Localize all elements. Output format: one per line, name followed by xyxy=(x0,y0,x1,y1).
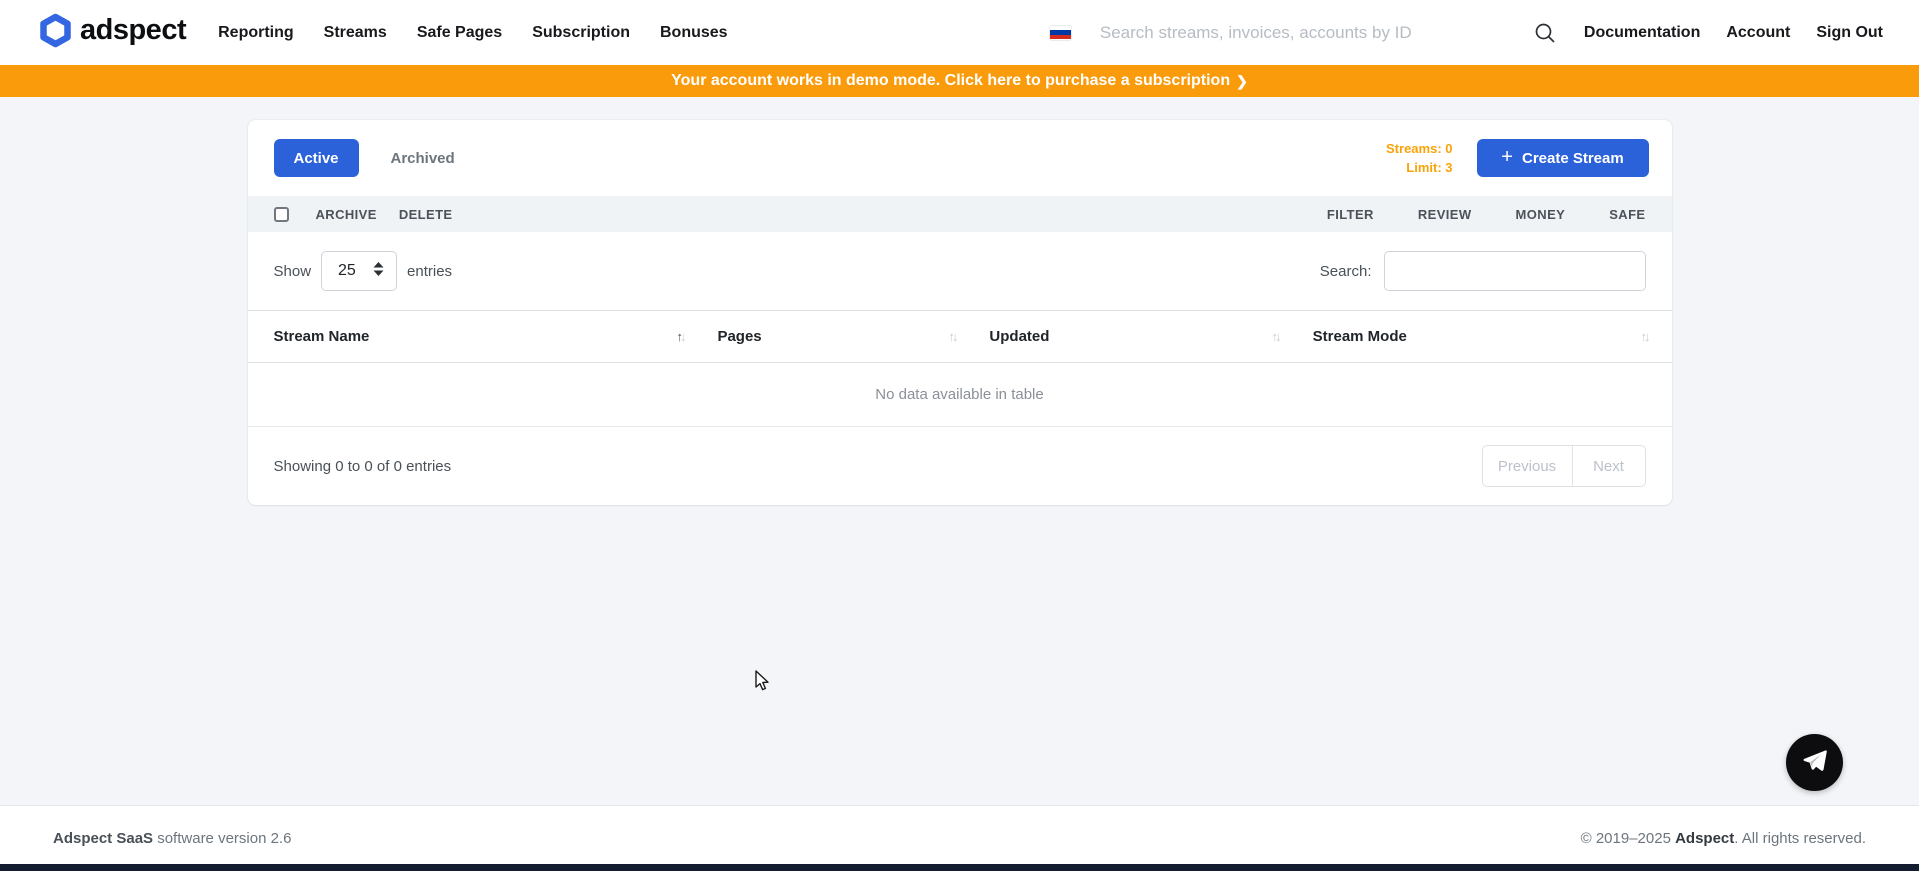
bulk-delete-button[interactable]: DELETE xyxy=(399,207,453,222)
chevron-right-icon: ❯ xyxy=(1236,73,1248,90)
quota-streams: Streams: 0 xyxy=(1386,139,1452,158)
table-search-label: Search: xyxy=(1320,263,1372,280)
bottom-edge-bar xyxy=(0,864,1919,871)
empty-table-message: No data available in table xyxy=(248,363,1672,427)
select-arrows-icon xyxy=(373,262,384,281)
panel-footer: Showing 0 to 0 of 0 entries Previous Nex… xyxy=(248,427,1672,505)
page: adspect Reporting Streams Safe Pages Sub… xyxy=(0,0,1919,871)
entries-summary: Showing 0 to 0 of 0 entries xyxy=(274,458,452,475)
page-footer: Adspect SaaS software version 2.6 © 2019… xyxy=(0,805,1919,871)
search-icon[interactable] xyxy=(1532,20,1558,46)
select-all-checkbox[interactable] xyxy=(274,207,289,222)
filter-safe-button[interactable]: SAFE xyxy=(1609,207,1645,222)
footer-version: Adspect SaaS software version 2.6 xyxy=(53,830,291,847)
sort-icon: ↑↓ xyxy=(676,329,697,344)
streams-panel: Active Archived Streams: 0 Limit: 3 + Cr… xyxy=(248,120,1672,505)
link-sign-out[interactable]: Sign Out xyxy=(1816,24,1883,42)
panel-header: Active Archived Streams: 0 Limit: 3 + Cr… xyxy=(248,120,1672,196)
nav-bonuses[interactable]: Bonuses xyxy=(660,24,728,42)
sort-icon: ↑↓ xyxy=(1641,329,1662,344)
filter-review-button[interactable]: REVIEW xyxy=(1418,207,1472,222)
nav-streams[interactable]: Streams xyxy=(324,24,387,42)
topbar-right: Documentation Account Sign Out xyxy=(1050,20,1883,46)
main-content: Active Archived Streams: 0 Limit: 3 + Cr… xyxy=(0,97,1919,805)
plus-icon: + xyxy=(1501,147,1513,167)
brand-logo[interactable]: adspect xyxy=(40,13,186,53)
tab-archived[interactable]: Archived xyxy=(377,139,469,177)
bulk-archive-button[interactable]: ARCHIVE xyxy=(316,207,377,222)
footer-copyright: © 2019–2025 Adspect. All rights reserved… xyxy=(1581,830,1866,847)
pagination: Previous Next xyxy=(1482,445,1646,487)
bulk-actions-bar: ARCHIVE DELETE FILTER REVIEW MONEY SAFE xyxy=(248,196,1672,232)
table-controls: Show 25 entries Search: xyxy=(248,232,1672,310)
quick-filters: FILTER REVIEW MONEY SAFE xyxy=(1327,207,1646,222)
quota-limit: Limit: 3 xyxy=(1386,158,1452,177)
create-stream-button[interactable]: + Create Stream xyxy=(1477,139,1649,177)
nav-safe-pages[interactable]: Safe Pages xyxy=(417,24,502,42)
table-header-row: Stream Name ↑↓ Pages ↑↓ Updated ↑↓ xyxy=(248,311,1672,363)
sort-icon: ↑↓ xyxy=(948,329,969,344)
telegram-plane-icon xyxy=(1801,747,1828,779)
tab-active[interactable]: Active xyxy=(274,139,359,177)
column-updated[interactable]: Updated ↑↓ xyxy=(979,311,1302,363)
filter-filter-button[interactable]: FILTER xyxy=(1327,207,1374,222)
next-page-button[interactable]: Next xyxy=(1572,445,1646,487)
empty-table-row: No data available in table xyxy=(248,363,1672,427)
brand-name: adspect xyxy=(80,16,186,49)
demo-mode-banner[interactable]: Your account works in demo mode. Click h… xyxy=(0,65,1919,97)
streams-table: Stream Name ↑↓ Pages ↑↓ Updated ↑↓ xyxy=(248,310,1672,427)
top-navbar: adspect Reporting Streams Safe Pages Sub… xyxy=(0,0,1919,65)
entries-label: entries xyxy=(407,263,452,280)
language-flag-russian[interactable] xyxy=(1050,26,1071,40)
hexagon-logo-icon xyxy=(40,13,71,53)
column-stream-mode[interactable]: Stream Mode ↑↓ xyxy=(1303,311,1672,363)
mouse-cursor xyxy=(753,670,773,697)
column-pages[interactable]: Pages ↑↓ xyxy=(707,311,979,363)
account-links: Documentation Account Sign Out xyxy=(1584,24,1883,42)
main-nav: Reporting Streams Safe Pages Subscriptio… xyxy=(218,24,727,42)
sort-icon: ↑↓ xyxy=(1272,329,1293,344)
link-documentation[interactable]: Documentation xyxy=(1584,24,1700,42)
table-search-input[interactable] xyxy=(1384,251,1646,291)
page-size-select[interactable]: 25 xyxy=(321,251,397,291)
nav-reporting[interactable]: Reporting xyxy=(218,24,294,42)
column-stream-name[interactable]: Stream Name ↑↓ xyxy=(248,311,708,363)
nav-subscription[interactable]: Subscription xyxy=(532,24,630,42)
filter-money-button[interactable]: MONEY xyxy=(1516,207,1566,222)
table-search: Search: xyxy=(1320,251,1646,291)
quota-info: Streams: 0 Limit: 3 xyxy=(1386,139,1452,177)
previous-page-button[interactable]: Previous xyxy=(1482,445,1572,487)
demo-banner-text: Your account works in demo mode. Click h… xyxy=(671,72,1230,90)
show-label: Show xyxy=(274,263,312,280)
link-account[interactable]: Account xyxy=(1726,24,1790,42)
telegram-button[interactable] xyxy=(1786,734,1843,791)
global-search-input[interactable] xyxy=(1100,23,1532,43)
